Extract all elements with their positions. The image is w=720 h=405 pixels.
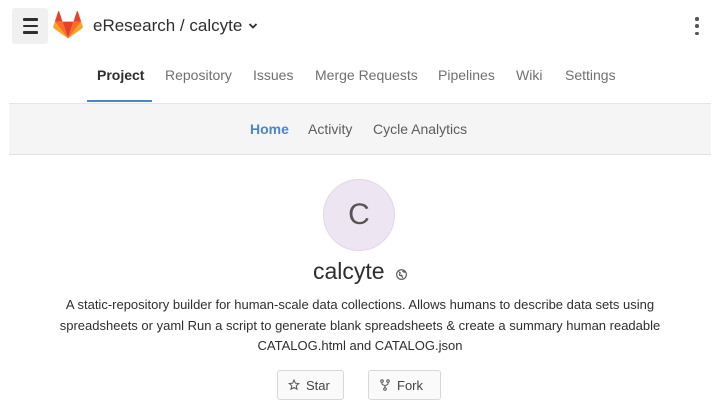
description-line: spreadsheets or yaml Run a script to gen… <box>59 317 661 333</box>
dot <box>695 31 699 35</box>
tab-pipelines[interactable]: Pipelines <box>438 48 495 102</box>
project-nav: Project Repository Issues Merge Requests… <box>9 48 711 104</box>
project-avatar: C <box>323 179 395 251</box>
top-header: eResearch / calcyte <box>9 5 711 47</box>
star-icon <box>288 379 300 391</box>
description-line: A static-repository builder for human-sc… <box>65 297 655 312</box>
tab-repository[interactable]: Repository <box>165 48 232 102</box>
star-label: Star <box>306 377 330 393</box>
gitlab-logo[interactable] <box>53 11 83 41</box>
globe-icon <box>396 269 407 281</box>
vertical-ellipsis-icon[interactable] <box>694 17 700 35</box>
project-title-dropdown[interactable]: eResearch / calcyte <box>93 15 258 37</box>
hamburger-line <box>22 24 38 28</box>
breadcrumb-title: eResearch / calcyte <box>93 16 243 35</box>
hamburger-line <box>22 31 38 34</box>
project-name: calcyte <box>312 258 385 284</box>
subtab-cycle-analytics[interactable]: Cycle Analytics <box>373 104 467 154</box>
tab-project[interactable]: Project <box>97 48 144 102</box>
hamburger-menu-icon[interactable] <box>12 8 48 44</box>
fork-label: Fork <box>397 377 423 393</box>
sub-nav: Home Activity Cycle Analytics <box>9 104 711 155</box>
project-description: A static-repository builder for human-sc… <box>30 295 690 357</box>
subtab-home[interactable]: Home <box>250 104 289 154</box>
dot <box>695 24 699 28</box>
subtab-activity[interactable]: Activity <box>308 104 352 154</box>
tab-settings[interactable]: Settings <box>565 48 616 102</box>
fork-icon <box>380 379 390 391</box>
dot <box>695 17 699 21</box>
description-line: CATALOG.html and CATALOG.json <box>257 338 463 353</box>
fork-button[interactable]: Fork <box>368 370 441 400</box>
hamburger-line <box>22 18 38 21</box>
project-name-row: calcyte <box>0 258 720 285</box>
chevron-down-icon <box>249 23 258 29</box>
tab-merge-requests[interactable]: Merge Requests <box>315 48 418 102</box>
tab-issues[interactable]: Issues <box>253 48 293 102</box>
tab-wiki[interactable]: Wiki <box>516 48 542 102</box>
star-button[interactable]: Star <box>277 370 344 400</box>
active-tab-underline <box>87 100 152 102</box>
